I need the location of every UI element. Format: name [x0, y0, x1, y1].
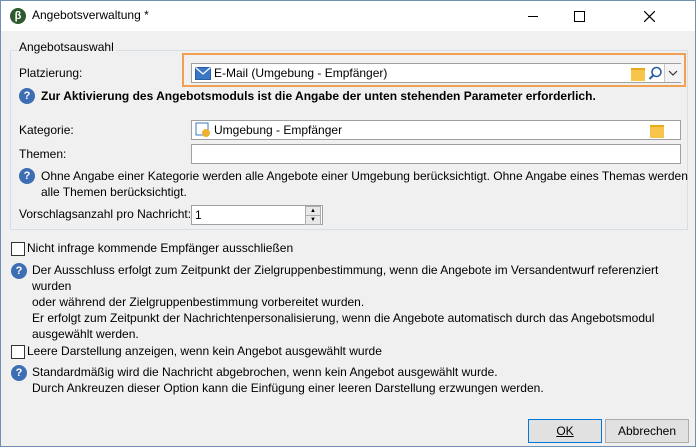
category-info-text: Ohne Angabe einer Kategorie werden alle …	[41, 168, 688, 200]
themes-field[interactable]	[191, 144, 681, 164]
category-info-line: alle Themen berücksichtigt.	[41, 185, 187, 199]
cancel-button[interactable]: Abbrechen	[605, 419, 689, 443]
empty-display-checkbox[interactable]	[11, 345, 25, 359]
ok-button-label: OK	[556, 424, 574, 438]
minimize-icon	[528, 16, 538, 18]
empty-display-info-text: Standardmäßig wird die Nachricht abgebro…	[32, 364, 544, 396]
title-bar[interactable]: β Angebotsverwaltung *	[1, 1, 695, 31]
category-field[interactable]: Umgebung - Empfänger	[191, 120, 681, 140]
count-stepper[interactable]: 1 ▲ ▼	[191, 205, 323, 225]
exclude-info-line: ausgewählt werden.	[32, 327, 139, 341]
stepper-down-icon[interactable]: ▼	[305, 215, 321, 225]
exclude-label[interactable]: Nicht infrage kommende Empfänger ausschl…	[27, 241, 293, 255]
count-label: Vorschlagsanzahl pro Nachricht:	[19, 207, 192, 221]
exclude-info-line: oder während der Zielgruppenbestimmung v…	[32, 295, 365, 309]
mail-icon	[195, 67, 211, 80]
app-icon: β	[10, 8, 26, 24]
exclude-info-line: Der Ausschluss erfolgt zum Zeitpunkt der…	[32, 263, 659, 293]
search-icon[interactable]	[648, 66, 663, 81]
cancel-button-label: Abbrechen	[617, 424, 677, 438]
info-icon: ?	[11, 365, 27, 381]
info-icon: ?	[19, 88, 35, 104]
maximize-icon	[573, 11, 585, 23]
close-button[interactable]	[603, 1, 695, 31]
empty-display-label[interactable]: Leere Darstellung anzeigen, wenn kein An…	[27, 344, 382, 358]
exclude-info-text: Der Ausschluss erfolgt zum Zeitpunkt der…	[32, 262, 695, 342]
themes-label: Themen:	[19, 147, 67, 161]
info-icon: ?	[11, 263, 27, 279]
placement-field[interactable]: E-Mail (Umgebung - Empfänger)	[191, 63, 681, 83]
minimize-button[interactable]	[510, 1, 556, 31]
info-icon: ?	[19, 168, 35, 184]
empty-display-info-line: Durch Ankreuzen dieser Option kann die E…	[32, 381, 544, 395]
folder-icon[interactable]	[631, 68, 645, 81]
count-value: 1	[195, 208, 202, 222]
chevron-down-icon	[668, 70, 678, 76]
required-info-text: Zur Aktivierung des Angebotsmoduls ist d…	[41, 89, 596, 103]
dialog-window: β Angebotsverwaltung * Angebotsauswahl P…	[0, 0, 696, 447]
category-value: Umgebung - Empfänger	[214, 123, 343, 137]
empty-display-info-line: Standardmäßig wird die Nachricht abgebro…	[32, 365, 498, 379]
placement-value: E-Mail (Umgebung - Empfänger)	[214, 66, 388, 80]
window-title: Angebotsverwaltung *	[32, 8, 149, 22]
category-folder-icon[interactable]	[650, 125, 664, 138]
ok-button[interactable]: OK	[528, 419, 602, 443]
category-label: Kategorie:	[19, 123, 74, 137]
close-icon	[643, 10, 655, 23]
group-legend: Angebotsauswahl	[17, 40, 116, 54]
category-info-line: Ohne Angabe einer Kategorie werden alle …	[41, 169, 688, 183]
exclude-checkbox[interactable]	[11, 242, 25, 256]
maximize-button[interactable]	[556, 1, 602, 31]
exclude-info-line: Er erfolgt zum Zeitpunkt der Nachrichten…	[32, 311, 655, 325]
placement-dropdown-button[interactable]	[664, 64, 681, 82]
placement-label: Platzierung:	[19, 66, 83, 80]
category-icon	[195, 122, 210, 137]
